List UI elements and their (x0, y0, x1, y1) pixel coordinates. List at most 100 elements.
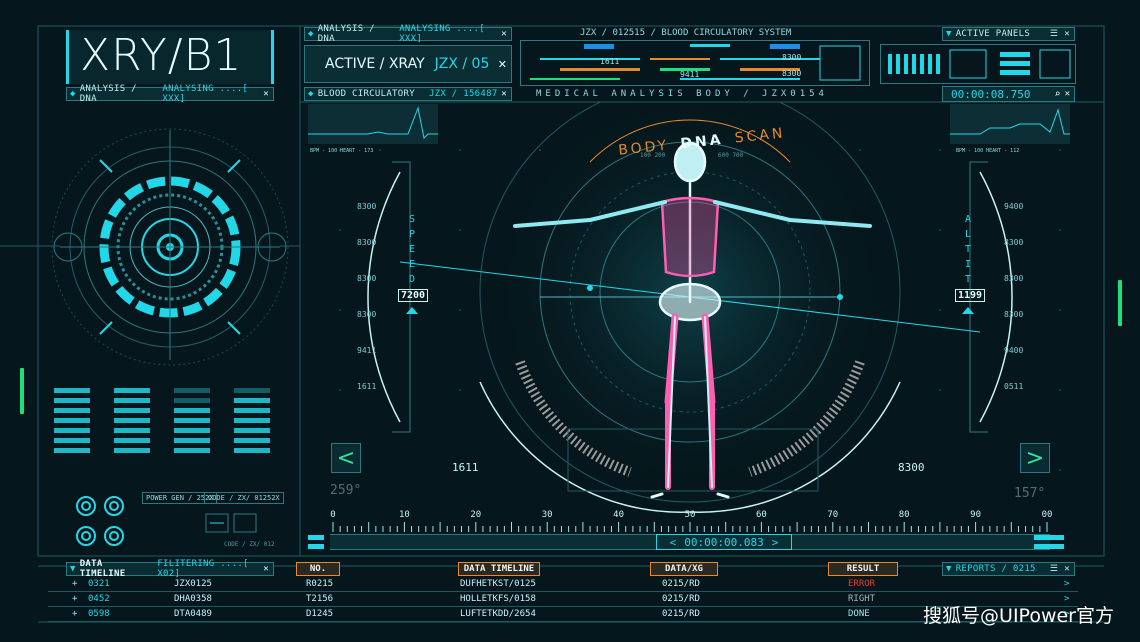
left-tick: 1611 (357, 382, 377, 391)
row-data-xg: 0215/RD (662, 594, 700, 604)
reports-header[interactable]: ▼ REPORTS / 0215 ☰ ✕ (942, 562, 1075, 576)
row-timeline: HOLLETKFS/0158 (460, 594, 536, 604)
close-icon[interactable]: ✕ (1064, 29, 1070, 39)
mini-value-left: 9411 (680, 70, 699, 79)
close-icon[interactable]: ✕ (501, 89, 511, 99)
row-no: T2156 (306, 594, 334, 604)
row-code: DTA0489 (174, 609, 212, 619)
close-icon[interactable]: ✕ (1064, 564, 1070, 574)
dropdown-triangle-icon: ▼ (946, 29, 952, 39)
left-tick: 8300 (357, 202, 377, 211)
scale-label: 60 (755, 510, 767, 520)
right-tick: 9400 (1004, 202, 1024, 211)
left-panel-header: ◆ ANALYSIS / DNA ANALYSING ....[ XXX] ✕ (66, 84, 274, 104)
altit-label: ALTIT (965, 214, 972, 285)
toggle-controls (76, 496, 257, 546)
right-tick: 9400 (1004, 346, 1024, 355)
active-panels-display (880, 44, 1076, 84)
column-header-no[interactable]: NO. (296, 562, 340, 576)
system-title: JZX / 012515 / BLOOD CIRCULATORY SYSTEM (580, 28, 792, 38)
active-panels-header[interactable]: ▼ ACTIVE PANELS ☰ ✕ (942, 27, 1075, 41)
bottom-timer-value: 00:00:00.083 (684, 535, 764, 549)
analysis-tab[interactable]: ◆ ANALYSIS / DNA ANALYSING ....[ XXX] ✕ (304, 24, 512, 44)
tab-analysis-label: ANALYSIS / DNA (317, 24, 375, 44)
table-row[interactable]: +0321 JZX0125 R0215 DUFHETKST/0125 0215/RD ER… (48, 577, 1078, 592)
left-status-bar (20, 368, 24, 414)
scale-ruler (332, 522, 1048, 532)
row-data-xg: 0215/RD (662, 579, 700, 589)
search-icon[interactable]: ⌕ (1055, 89, 1061, 100)
close-icon[interactable]: ✕ (501, 29, 511, 39)
active-xray-box[interactable]: ACTIVE / XRAY JZX / 05 ✕ (304, 45, 512, 83)
page-title: XRY/B1 (80, 30, 243, 81)
chevron-right-icon[interactable]: > (1064, 579, 1069, 589)
close-icon[interactable]: ✕ (263, 89, 273, 99)
row-no: D1245 (306, 609, 334, 619)
speed-label: SPEED (409, 214, 416, 285)
left-tick: 8300 (357, 274, 377, 283)
right-status-bar (1118, 280, 1122, 326)
left-tick: 8300 (357, 238, 377, 247)
blood-circulatory-header[interactable]: ◆ BLOOD CIRCULATORY JZX / 156487 ✕ (304, 87, 512, 101)
level-bars (54, 388, 270, 453)
mini-value-right: 8300 (782, 53, 801, 62)
close-icon[interactable]: ✕ (1065, 89, 1070, 99)
expand-plus-icon[interactable]: + (72, 609, 77, 619)
chevron-left-icon: < (336, 445, 356, 471)
close-icon[interactable]: ✕ (263, 564, 273, 574)
row-data-xg: 0215/RD (662, 609, 700, 619)
blood-label: BLOOD CIRCULATORY (317, 89, 415, 99)
previous-button[interactable]: < (331, 443, 361, 473)
column-header-data-xg[interactable]: DATA/XG (650, 562, 718, 576)
reports-label: REPORTS / 0215 (955, 564, 1036, 574)
signal-bars: 1611 9411 8300 8300 (520, 40, 870, 86)
scan-scale-right: 600 700 (718, 152, 744, 159)
menu-icon[interactable]: ☰ (1050, 29, 1058, 39)
data-timeline-label: DATA TIMELINE (79, 559, 126, 579)
data-timeline-header[interactable]: ▼ DATA TIMELINE FILITERING ....[ X02] ✕ (66, 559, 274, 579)
header-marker-icon: ◆ (70, 89, 76, 99)
blood-code: JZX / 156487 (428, 89, 498, 99)
column-header-data-timeline[interactable]: DATA TIMELINE (458, 562, 540, 576)
chevron-left-icon[interactable]: < (670, 536, 677, 549)
active-xray-code: JZX / 05 (434, 56, 490, 72)
scale-label: 80 (898, 510, 910, 520)
dropdown-triangle-icon: ▼ (946, 564, 952, 574)
mini-value-right: 8300 (782, 69, 801, 78)
row-code: JZX0125 (174, 579, 212, 589)
radar-gauge (51, 128, 289, 366)
angle-left: 259° (330, 483, 362, 498)
right-tick: 8300 (1004, 238, 1024, 247)
medical-banner: MEDICAL ANALYSIS BODY / JZX0154 (536, 89, 828, 99)
close-icon[interactable]: ✕ (498, 58, 507, 71)
row-id: 0321 (88, 579, 110, 589)
menu-icon[interactable]: ☰ (1050, 564, 1058, 574)
right-tick: 8300 (1004, 274, 1024, 283)
scale-label: 00 (1041, 510, 1053, 520)
altit-value: 1199 (955, 289, 986, 302)
analysis-label: ANALYSIS / DNA (79, 84, 137, 104)
row-id: 0598 (88, 609, 110, 619)
next-button[interactable]: > (1020, 443, 1050, 473)
watermark-text: 搜狐号@UIPower官方 (923, 605, 1114, 627)
expand-plus-icon[interactable]: + (72, 579, 77, 589)
expand-plus-icon[interactable]: + (72, 594, 77, 604)
chevron-right-icon[interactable]: > (772, 536, 779, 549)
column-header-result[interactable]: RESULT (828, 562, 898, 576)
chevron-right-icon: > (1025, 445, 1045, 471)
row-result: RIGHT (848, 594, 876, 604)
scale-label: 20 (470, 510, 482, 520)
scale-label: 0 (330, 510, 336, 520)
scale-label: 70 (827, 510, 839, 520)
scan-scale-left: 100 200 (640, 152, 666, 159)
left-tick: 9411 (357, 346, 377, 355)
right-tick: 0511 (1004, 382, 1024, 391)
speed-value: 7200 (398, 289, 429, 302)
top-timer: 00:00:08.750 ⌕ ✕ (942, 86, 1075, 102)
bottom-timer: < 00:00:00.083 > (656, 534, 792, 550)
header-marker-icon: ◆ (308, 89, 314, 99)
tab-marker-icon: ◆ (308, 29, 314, 39)
right-tick: 8300 (1004, 310, 1024, 319)
row-id: 0452 (88, 594, 110, 604)
row-code: DHA0358 (174, 594, 212, 604)
